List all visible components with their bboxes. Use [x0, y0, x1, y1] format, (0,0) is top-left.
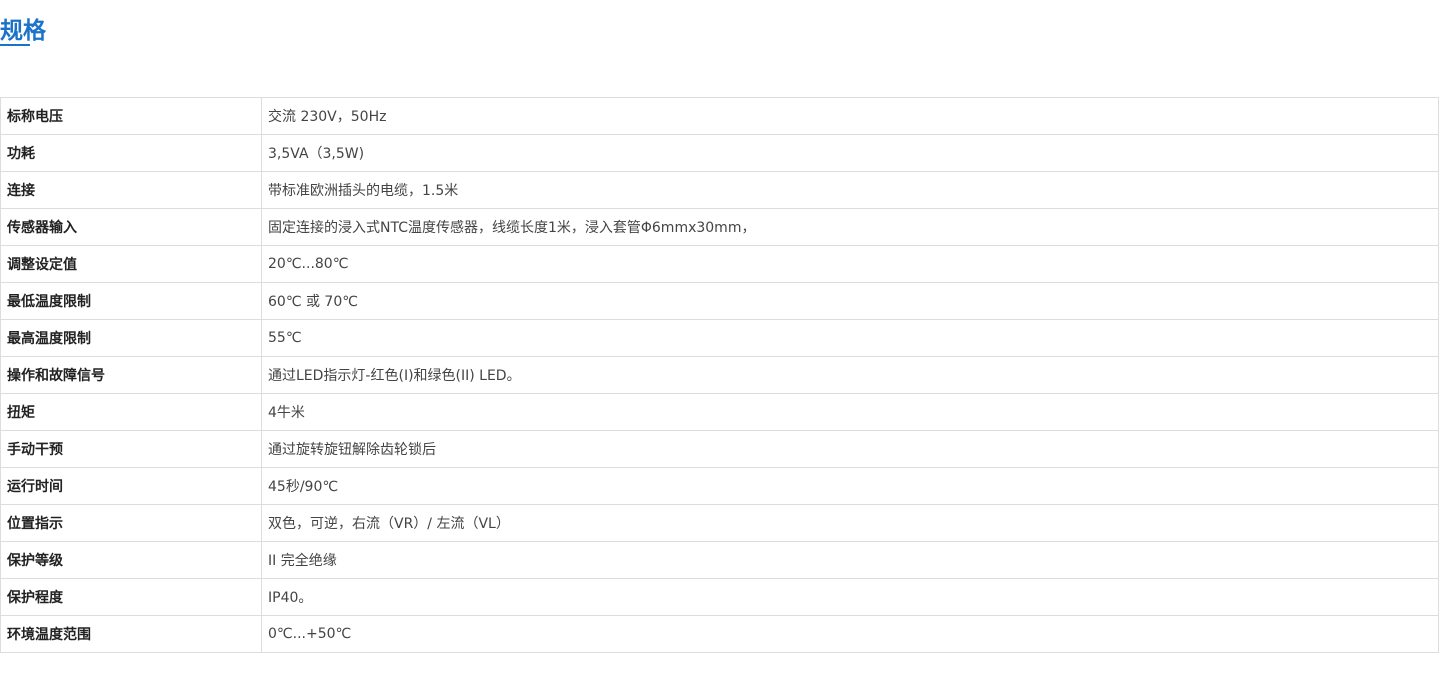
table-row: 操作和故障信号 通过LED指示灯-红色(I)和绿色(II) LED。	[0, 356, 1439, 394]
spec-table: 标称电压 交流 230V，50Hz 功耗 3,5VA（3,5W) 连接 带标准欧…	[0, 97, 1439, 653]
spec-label: 保护等级	[0, 541, 262, 579]
spec-page: 规格 标称电压 交流 230V，50Hz 功耗 3,5VA（3,5W) 连接 带…	[0, 0, 1440, 690]
spec-label: 传感器输入	[0, 208, 262, 246]
table-row: 运行时间 45秒/90℃	[0, 467, 1439, 505]
table-row: 连接 带标准欧洲插头的电缆，1.5米	[0, 171, 1439, 209]
spec-value: 0℃...+50℃	[261, 615, 1439, 653]
spec-label: 标称电压	[0, 97, 262, 135]
spec-value: 固定连接的浸入式NTC温度传感器，线缆长度1米，浸入套管Φ6mmx30mm，	[261, 208, 1439, 246]
table-row: 最高温度限制 55℃	[0, 319, 1439, 357]
table-row: 保护程度 IP40。	[0, 578, 1439, 616]
table-row: 环境温度范围 0℃...+50℃	[0, 615, 1439, 653]
spec-value: IP40。	[261, 578, 1439, 616]
title-underline	[0, 44, 30, 46]
spec-label: 连接	[0, 171, 262, 209]
spec-value: 20℃...80℃	[261, 245, 1439, 283]
spec-value: 通过LED指示灯-红色(I)和绿色(II) LED。	[261, 356, 1439, 394]
spec-label: 手动干预	[0, 430, 262, 468]
spec-value: 带标准欧洲插头的电缆，1.5米	[261, 171, 1439, 209]
spec-label: 环境温度范围	[0, 615, 262, 653]
table-row: 保护等级 II 完全绝缘	[0, 541, 1439, 579]
spec-label: 功耗	[0, 134, 262, 172]
spec-value: 双色，可逆，右流（VR）/ 左流（VL）	[261, 504, 1439, 542]
spec-value: II 完全绝缘	[261, 541, 1439, 579]
table-row: 最低温度限制 60℃ 或 70℃	[0, 282, 1439, 320]
spec-label: 保护程度	[0, 578, 262, 616]
spec-value: 通过旋转旋钮解除齿轮锁后	[261, 430, 1439, 468]
table-row: 传感器输入 固定连接的浸入式NTC温度传感器，线缆长度1米，浸入套管Φ6mmx3…	[0, 208, 1439, 246]
table-row: 手动干预 通过旋转旋钮解除齿轮锁后	[0, 430, 1439, 468]
table-row: 功耗 3,5VA（3,5W)	[0, 134, 1439, 172]
spec-value: 55℃	[261, 319, 1439, 357]
spec-value: 60℃ 或 70℃	[261, 282, 1439, 320]
section-title: 规格	[0, 18, 46, 44]
table-row: 位置指示 双色，可逆，右流（VR）/ 左流（VL）	[0, 504, 1439, 542]
spec-value: 交流 230V，50Hz	[261, 97, 1439, 135]
spec-label: 运行时间	[0, 467, 262, 505]
spec-value: 45秒/90℃	[261, 467, 1439, 505]
spec-label: 扭矩	[0, 393, 262, 431]
spec-label: 位置指示	[0, 504, 262, 542]
spec-label: 调整设定值	[0, 245, 262, 283]
table-row: 调整设定值 20℃...80℃	[0, 245, 1439, 283]
spec-label: 最低温度限制	[0, 282, 262, 320]
section-header: 规格	[0, 14, 46, 48]
table-row: 标称电压 交流 230V，50Hz	[0, 97, 1439, 135]
table-row: 扭矩 4牛米	[0, 393, 1439, 431]
spec-label: 最高温度限制	[0, 319, 262, 357]
spec-value: 4牛米	[261, 393, 1439, 431]
spec-value: 3,5VA（3,5W)	[261, 134, 1439, 172]
spec-label: 操作和故障信号	[0, 356, 262, 394]
